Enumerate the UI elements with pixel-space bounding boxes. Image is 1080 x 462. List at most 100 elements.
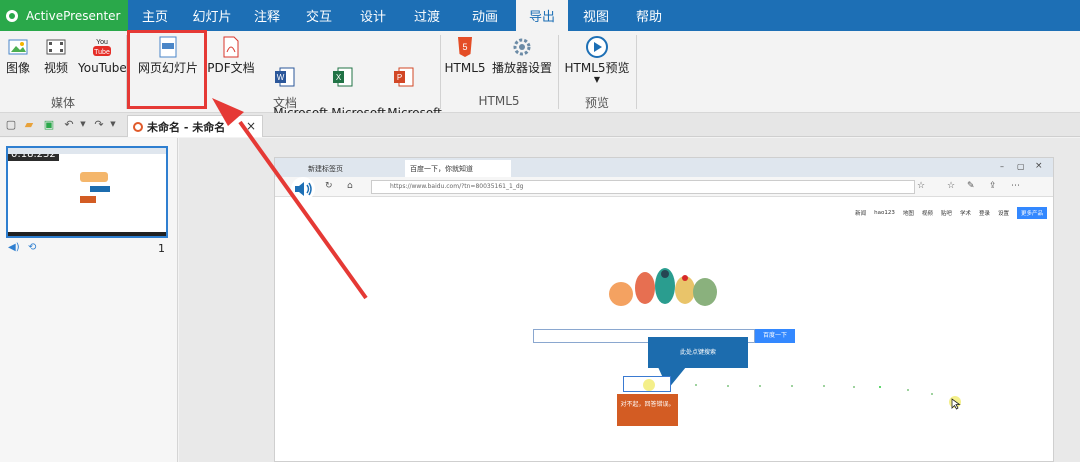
star-icon[interactable]: ☆ xyxy=(917,181,925,191)
svg-text:Tube: Tube xyxy=(94,49,110,56)
more-products-button[interactable]: 更多产品 xyxy=(1016,207,1047,219)
youtube-label: YouTube xyxy=(78,61,127,75)
chevron-down-icon[interactable]: ▼ xyxy=(564,76,630,84)
speaker-icon xyxy=(291,177,315,201)
cursor-path-dot xyxy=(931,393,933,395)
html5-preview-button[interactable]: HTML5预览 ▼ xyxy=(564,35,630,84)
cursor-path-dot xyxy=(695,384,697,386)
excel-icon: X xyxy=(332,65,354,89)
callout-shape[interactable]: 此处点键搜索 xyxy=(648,337,748,368)
baidu-doodle-logo xyxy=(609,268,717,306)
group-separator xyxy=(558,35,559,109)
top-link[interactable]: 贴吧 xyxy=(941,209,952,217)
video-icon xyxy=(45,35,67,59)
group-label-media: 媒体 xyxy=(50,96,75,110)
menu-bar: ActivePresenter 主页 幻灯片 注释 交互 设计 过渡 动画 导出… xyxy=(0,0,1080,31)
player-settings-label: 播放器设置 xyxy=(491,61,552,75)
browser-tab[interactable]: 新建标签页 xyxy=(303,160,401,177)
chevron-down-icon[interactable]: ▼ xyxy=(76,117,90,131)
tab-view[interactable]: 视图 xyxy=(568,0,624,31)
browser-tab-bar: 新建标签页 百度一下，你就知道 – ▢ × xyxy=(275,158,1053,177)
group-label-html5: HTML5 xyxy=(478,94,520,108)
svg-text:You: You xyxy=(96,39,108,46)
highlight-box xyxy=(127,30,207,109)
player-settings-button[interactable]: 播放器设置 xyxy=(490,35,554,76)
html5-icon: 5 xyxy=(454,35,476,59)
restore-icon[interactable]: ▢ xyxy=(1017,162,1025,171)
undo-icon[interactable]: ↶ xyxy=(62,117,76,131)
video-label: 视频 xyxy=(43,61,68,75)
close-icon[interactable]: × xyxy=(246,119,256,133)
top-link[interactable]: 地图 xyxy=(903,209,914,217)
close-icon[interactable]: × xyxy=(1035,161,1043,171)
app-logo-icon xyxy=(6,9,18,22)
svg-text:P: P xyxy=(397,73,402,82)
tab-transition[interactable]: 过渡 xyxy=(400,0,454,31)
refresh-icon[interactable]: ↻ xyxy=(325,181,333,191)
export-image-button[interactable]: 图像 xyxy=(4,35,32,76)
browser-tab-active[interactable]: 百度一下，你就知道 xyxy=(405,160,511,177)
slide-panel: 0:18.232 ◀) ⟲ 1 xyxy=(0,138,178,462)
chevron-down-icon[interactable]: ▼ xyxy=(106,117,120,131)
save-icon[interactable]: ▣ xyxy=(42,117,56,131)
open-folder-icon[interactable]: ▰ xyxy=(22,117,36,131)
browser-url[interactable]: https://www.baidu.com/?tn=80035161_1_dg xyxy=(371,180,915,194)
cursor-path-dot xyxy=(727,385,729,387)
tab-home[interactable]: 主页 xyxy=(128,0,182,31)
slide-thumbnail[interactable]: 0:18.232 xyxy=(6,146,168,238)
svg-text:5: 5 xyxy=(462,42,467,52)
app-brand[interactable]: ActivePresenter xyxy=(0,0,128,31)
export-youtube-button[interactable]: You Tube YouTube xyxy=(78,35,127,76)
group-separator xyxy=(440,35,441,109)
menu-icon[interactable]: ⋯ xyxy=(1011,181,1020,191)
share-icon[interactable]: ⇪ xyxy=(989,181,997,191)
top-link[interactable]: 登录 xyxy=(979,209,990,217)
gear-icon xyxy=(511,35,533,59)
browser-address-bar: ↻ ⌂ https://www.baidu.com/?tn=80035161_1… xyxy=(275,177,1053,201)
cursor-path-dot xyxy=(791,385,793,387)
favorites-icon[interactable]: ☆ xyxy=(947,181,955,191)
slide-number: 1 xyxy=(158,242,165,255)
group-label-preview: 预览 xyxy=(584,96,609,110)
pdf-label: PDF文档 xyxy=(207,61,255,75)
top-link[interactable]: 学术 xyxy=(960,209,971,217)
app-name: ActivePresenter xyxy=(26,8,121,23)
html5-label: HTML5 xyxy=(444,61,486,75)
tab-export[interactable]: 导出 xyxy=(516,0,568,31)
redo-icon[interactable]: ↷ xyxy=(92,117,106,131)
tab-animation[interactable]: 动画 xyxy=(454,0,516,31)
tab-slides[interactable]: 幻灯片 xyxy=(182,0,242,31)
pdf-icon xyxy=(220,35,242,59)
export-pdf-button[interactable]: PDF文档 xyxy=(206,35,256,76)
error-note[interactable]: 对不起，回答错误。 xyxy=(617,394,678,426)
top-link[interactable]: 设置 xyxy=(998,209,1009,217)
tab-annotate[interactable]: 注释 xyxy=(242,0,292,31)
home-icon[interactable]: ⌂ xyxy=(347,181,353,191)
top-link[interactable]: 新闻 xyxy=(855,209,866,217)
slide[interactable]: 新建标签页 百度一下，你就知道 – ▢ × ↻ ⌂ https://www.ba… xyxy=(274,157,1054,462)
group-separator xyxy=(636,35,637,109)
tab-help[interactable]: 帮助 xyxy=(624,0,674,31)
svg-text:W: W xyxy=(277,73,285,82)
top-link[interactable]: 视频 xyxy=(922,209,933,217)
pen-icon[interactable]: ✎ xyxy=(967,181,975,191)
new-file-icon[interactable]: ▢ xyxy=(4,117,18,131)
document-bar: ▢ ▰ ▣ ↶ ▼ ↷ ▼ 未命名 - 未命名 × xyxy=(0,113,1080,137)
baidu-search-button[interactable]: 百度一下 xyxy=(755,329,795,343)
image-label: 图像 xyxy=(5,61,30,75)
cursor-path-dot xyxy=(823,385,825,387)
tab-design[interactable]: 设计 xyxy=(346,0,400,31)
effect-icon[interactable]: ⟲ xyxy=(28,242,36,253)
export-html5-button[interactable]: 5 HTML5 xyxy=(444,35,486,76)
document-title: 未命名 - 未命名 xyxy=(147,120,226,134)
tab-interaction[interactable]: 交互 xyxy=(292,0,346,31)
export-video-button[interactable]: 视频 xyxy=(40,35,72,76)
baidu-top-links: 新闻 hao123 地图 视频 贴吧 学术 登录 设置 更多产品 xyxy=(855,207,1047,219)
audio-icon[interactable]: ◀) xyxy=(8,242,20,253)
top-link[interactable]: hao123 xyxy=(874,210,895,216)
mouse-pointer-icon xyxy=(951,398,961,410)
document-tab[interactable]: 未命名 - 未命名 × xyxy=(127,115,263,137)
html5-preview-label: HTML5预览 xyxy=(564,61,630,75)
cursor-path-dot xyxy=(853,386,855,388)
minimize-icon[interactable]: – xyxy=(1000,162,1004,171)
